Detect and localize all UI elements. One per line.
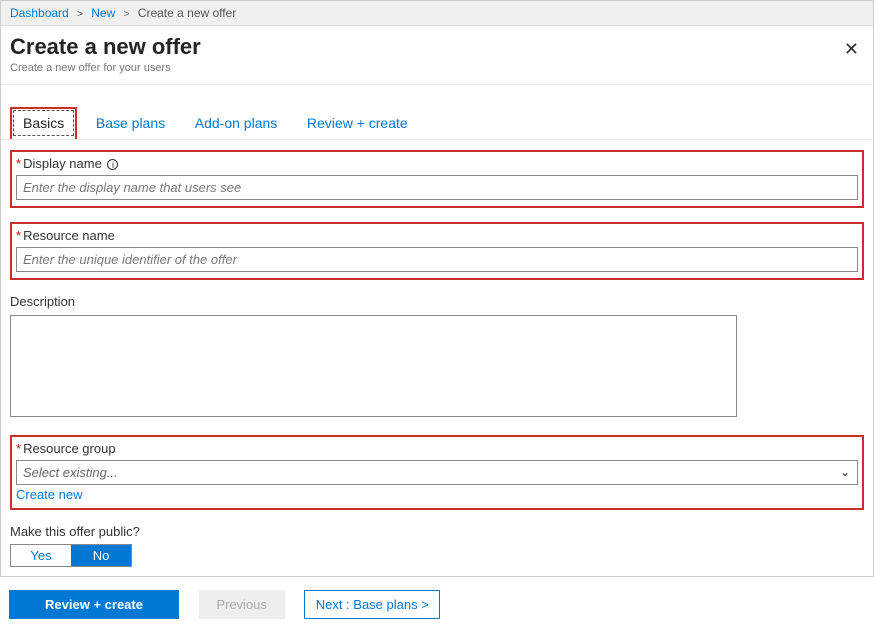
review-create-button[interactable]: Review + create [9, 590, 179, 619]
breadcrumb-new[interactable]: New [91, 6, 115, 20]
resource-name-group: *Resource name [10, 222, 864, 280]
next-button[interactable]: Next : Base plans > [304, 590, 440, 619]
resource-group-select[interactable]: Select existing... [16, 460, 858, 485]
display-name-group: *Display name i [10, 150, 864, 208]
tab-basics[interactable]: Basics [10, 107, 77, 139]
description-label: Description [10, 294, 864, 309]
page-title: Create a new offer [10, 34, 864, 60]
tab-addon-plans[interactable]: Add-on plans [184, 109, 289, 139]
display-name-label: *Display name i [16, 156, 858, 171]
resource-name-label: *Resource name [16, 228, 858, 243]
info-icon[interactable]: i [107, 159, 118, 170]
description-input[interactable] [10, 315, 737, 417]
make-public-group: Make this offer public? Yes No [10, 524, 864, 567]
description-group: Description [10, 294, 864, 417]
tab-review-create[interactable]: Review + create [296, 109, 419, 139]
toggle-yes[interactable]: Yes [11, 545, 71, 566]
toggle-no[interactable]: No [71, 545, 131, 566]
display-name-input[interactable] [16, 175, 858, 200]
resource-group-group: *Resource group Select existing... ⌄ Cre… [10, 435, 864, 510]
previous-button: Previous [199, 590, 285, 619]
create-new-link[interactable]: Create new [16, 487, 82, 502]
tab-base-plans[interactable]: Base plans [85, 109, 176, 139]
chevron-right-icon: > [124, 9, 130, 20]
form-basics: *Display name i *Resource name Descripti… [1, 140, 873, 567]
chevron-right-icon: > [77, 9, 83, 20]
breadcrumb: Dashboard > New > Create a new offer [1, 1, 873, 26]
page-subtitle: Create a new offer for your users [10, 62, 864, 74]
tab-bar: Basics Base plans Add-on plans Review + … [1, 85, 873, 140]
breadcrumb-current: Create a new offer [138, 6, 237, 20]
close-icon[interactable]: ✕ [844, 40, 859, 58]
footer-actions: Review + create Previous Next : Base pla… [0, 576, 874, 632]
page-header: Create a new offer Create a new offer fo… [1, 26, 873, 85]
resource-name-input[interactable] [16, 247, 858, 272]
resource-group-label: *Resource group [16, 441, 858, 456]
make-public-label: Make this offer public? [10, 524, 864, 539]
breadcrumb-dashboard[interactable]: Dashboard [10, 6, 69, 20]
